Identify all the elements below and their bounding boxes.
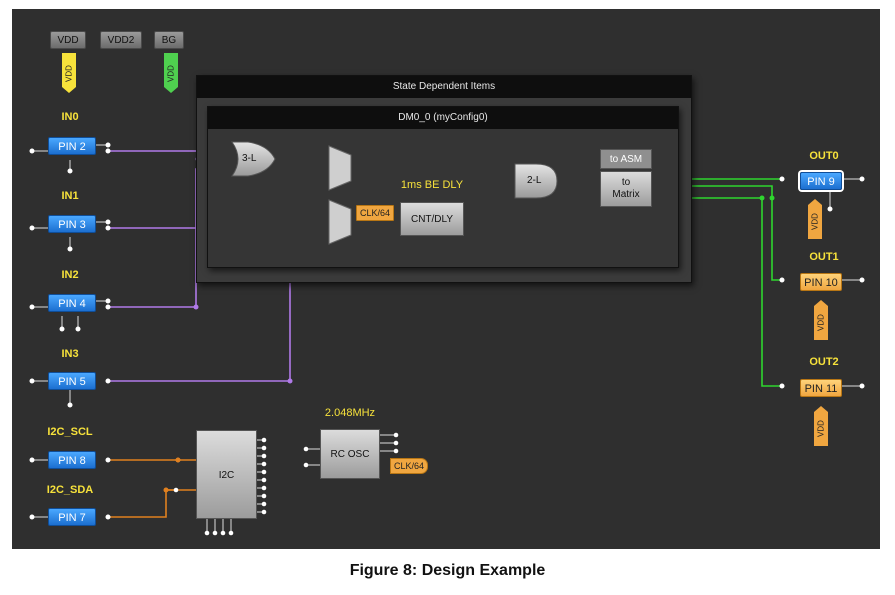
vdd-flag-out0-label: VDD bbox=[810, 213, 820, 230]
design-canvas[interactable]: VDD VDD2 BG VDD VDD IN0 PIN 2 IN1 PIN 3 … bbox=[12, 9, 880, 549]
pin-5[interactable]: PIN 5 bbox=[48, 372, 96, 390]
mux-lower[interactable] bbox=[328, 199, 352, 245]
label-in1: IN1 bbox=[61, 190, 79, 202]
clk-tag-cnt: CLK/64 bbox=[356, 205, 395, 221]
pin-4[interactable]: PIN 4 bbox=[48, 294, 96, 312]
mux-upper[interactable] bbox=[328, 145, 352, 191]
gate-3l-label: 3-L bbox=[242, 153, 257, 164]
state-dependent-title: State Dependent Items bbox=[197, 76, 691, 98]
supply-vdd[interactable]: VDD bbox=[50, 31, 86, 49]
cnt-dly-block[interactable]: CNT/DLY bbox=[400, 202, 464, 236]
label-i2c-sda: I2C_SDA bbox=[46, 484, 94, 496]
supply-bg[interactable]: BG bbox=[154, 31, 184, 49]
vdd-flag-out2-label: VDD bbox=[816, 420, 826, 437]
to-matrix-block[interactable]: to Matrix bbox=[600, 171, 652, 207]
to-asm-block[interactable]: to ASM bbox=[600, 149, 652, 169]
i2c-block[interactable]: I2C bbox=[196, 430, 257, 519]
pin-3[interactable]: PIN 3 bbox=[48, 215, 96, 233]
vdd-flag-label: VDD bbox=[64, 65, 74, 82]
figure-caption: Figure 8: Design Example bbox=[349, 562, 546, 579]
pin-11[interactable]: PIN 11 bbox=[800, 379, 842, 397]
pin-7[interactable]: PIN 7 bbox=[48, 508, 96, 526]
clk-tag-osc: CLK/64 bbox=[390, 458, 429, 474]
delay-mode-label: 1ms BE DLY bbox=[400, 179, 464, 191]
label-out2: OUT2 bbox=[809, 356, 839, 368]
pin-2[interactable]: PIN 2 bbox=[48, 137, 96, 155]
pin-10[interactable]: PIN 10 bbox=[800, 273, 842, 291]
osc-frequency-label: 2.048MHz bbox=[324, 407, 376, 419]
label-i2c-scl: I2C_SCL bbox=[47, 426, 93, 438]
label-in2: IN2 bbox=[61, 269, 79, 281]
pin-9[interactable]: PIN 9 bbox=[800, 172, 842, 190]
rc-osc-block[interactable]: RC OSC bbox=[320, 429, 380, 479]
vdd-flag-out1-label: VDD bbox=[816, 314, 826, 331]
label-in3: IN3 bbox=[61, 348, 79, 360]
label-out1: OUT1 bbox=[809, 251, 839, 263]
dm-config-title: DM0_0 (myConfig0) bbox=[208, 107, 678, 129]
pin-8[interactable]: PIN 8 bbox=[48, 451, 96, 469]
wire-sda bbox=[108, 489, 196, 518]
label-in0: IN0 bbox=[61, 111, 79, 123]
supply-vdd2[interactable]: VDD2 bbox=[100, 31, 142, 49]
gate-2l-label: 2-L bbox=[527, 175, 542, 186]
label-out0: OUT0 bbox=[809, 150, 839, 162]
vdd-flag-label-green: VDD bbox=[166, 65, 176, 82]
